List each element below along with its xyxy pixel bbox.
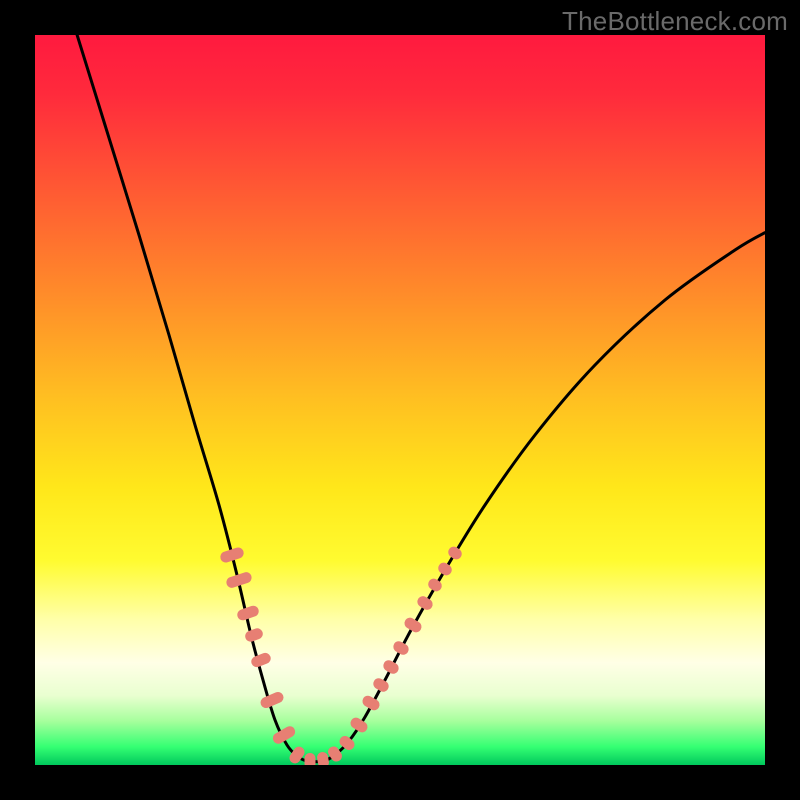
marker-bead [415, 594, 434, 612]
marker-bead [316, 751, 330, 765]
plot-area [35, 35, 765, 765]
chart-frame: TheBottleneck.com [0, 0, 800, 800]
marker-bead [371, 676, 390, 694]
marker-bead [360, 694, 381, 713]
marker-bead [250, 651, 273, 668]
curve-layer [35, 35, 765, 765]
marker-bead [446, 544, 464, 561]
marker-bead [244, 627, 265, 643]
marker-bead [381, 658, 400, 676]
marker-bead [348, 716, 369, 735]
marker-bead [402, 616, 423, 635]
watermark-text: TheBottleneck.com [562, 6, 788, 37]
marker-bead [436, 561, 454, 578]
marker-bead [305, 753, 316, 765]
marker-bead [391, 639, 410, 657]
valley-curve [74, 35, 765, 762]
